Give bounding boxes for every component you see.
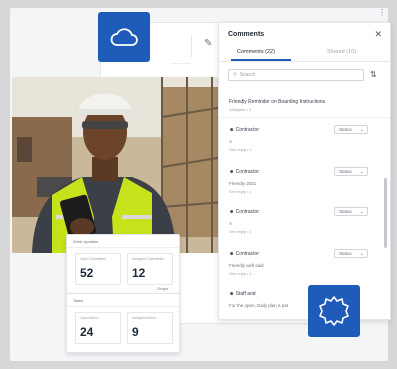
comment-row: ☻ Contractor Status ⌄ xyxy=(229,207,379,219)
metric-value: 52 xyxy=(80,266,94,280)
metric-label: Assigned Submittals xyxy=(132,257,164,261)
comment-author: ☻ Contractor xyxy=(229,209,259,215)
search-icon: ⚲ xyxy=(233,72,237,78)
status-select[interactable]: Status ⌄ xyxy=(334,249,368,258)
panel-tabs: Comments (22) Shared (10) xyxy=(219,47,390,62)
metric-value: 12 xyxy=(132,266,146,280)
comment-text: A xyxy=(229,221,233,226)
comment-row: ☻ Contractor Status ⌄ xyxy=(229,249,379,261)
status-select[interactable]: Status ⌄ xyxy=(334,167,368,176)
search-placeholder: Search xyxy=(239,72,256,78)
comment-row: ☻ Contractor Status ⌄ xyxy=(229,125,379,137)
comment-row: ☻ Contractor Status ⌄ xyxy=(229,167,379,179)
metric-label: Open Items xyxy=(80,316,99,320)
status-select[interactable]: Status ⌄ xyxy=(334,207,368,216)
divider xyxy=(67,247,179,248)
cloud-icon xyxy=(110,28,138,46)
gear-icon xyxy=(319,296,349,326)
comment-author: ☻ Contractor xyxy=(229,127,259,133)
thread-meta: Assignee • 2 xyxy=(229,107,252,112)
comment-text: Friendly well said xyxy=(229,263,264,268)
comment-author: ☻ Contractor xyxy=(229,251,259,257)
close-icon[interactable]: ✕ xyxy=(374,29,382,40)
active-tab-indicator xyxy=(231,59,291,61)
metric-tile[interactable]: Assigned Items 9 xyxy=(127,312,173,344)
user-icon: ☻ xyxy=(229,169,236,175)
user-icon: ☻ xyxy=(229,291,236,297)
comment-text: For the open, Daily plan a pat xyxy=(229,303,289,308)
metric-card: Tasks Open Items 24 Assigned Items 9 xyxy=(66,293,180,353)
metric-card: Work Updates Open Submittals 52 Assigned… xyxy=(66,234,180,294)
edit-icon[interactable]: ✎ xyxy=(204,38,212,49)
card-header: Tasks xyxy=(73,298,84,303)
status-select[interactable]: Status ⌄ xyxy=(334,125,368,134)
comment-author: ☻ Contractor xyxy=(229,169,259,175)
comments-panel: Comments ✕ Comments (22) Shared (10) ⚲ S… xyxy=(218,22,391,320)
metric-label: Assigned Items xyxy=(132,316,156,320)
gear-tile xyxy=(308,285,360,337)
comment-meta[interactable]: See reply • 1 xyxy=(229,147,252,152)
metric-tile[interactable]: Open Items 24 xyxy=(75,312,121,344)
user-icon: ☻ xyxy=(229,251,236,257)
chevron-down-icon: ⌄ xyxy=(359,209,364,215)
card-header: Work Updates xyxy=(73,239,99,244)
comment-text: Friendly 2021 xyxy=(229,181,257,186)
metric-value: 9 xyxy=(132,325,139,339)
metric-tile[interactable]: Open Submittals 52 xyxy=(75,253,121,285)
chevron-down-icon: ⌄ xyxy=(359,169,364,175)
divider xyxy=(219,117,390,118)
metric-value: 24 xyxy=(80,325,94,339)
tab-shared[interactable]: Shared (10) xyxy=(327,49,356,55)
comment-meta[interactable]: See reply • 1 xyxy=(229,229,252,234)
cloud-tile xyxy=(98,12,150,62)
user-icon: ☻ xyxy=(229,209,236,215)
panel-title: Comments xyxy=(228,31,265,38)
divider xyxy=(67,306,179,307)
search-input[interactable]: ⚲ Search xyxy=(228,69,364,81)
card-tag: Graph xyxy=(157,286,169,291)
comment-author: ☻ Staff and xyxy=(229,291,256,297)
chevron-down-icon: ⌄ xyxy=(359,251,364,257)
thread-text: Friendly Reminder on Boarding Instructio… xyxy=(229,99,326,105)
tab-comments[interactable]: Comments (22) xyxy=(237,49,275,55)
chevron-down-icon: ⌄ xyxy=(359,127,364,133)
worker-photo xyxy=(12,77,224,253)
metric-tile[interactable]: Assigned Submittals 12 xyxy=(127,253,173,285)
comment-meta[interactable]: See reply • 1 xyxy=(229,271,252,276)
scrollbar[interactable] xyxy=(384,178,387,248)
user-icon: ☻ xyxy=(229,127,236,133)
more-options-icon[interactable]: ⋮ xyxy=(378,8,386,17)
comment-text: A xyxy=(229,139,233,144)
sort-icon[interactable]: ⇅ xyxy=(370,70,377,79)
divider xyxy=(171,63,191,64)
metric-label: Open Submittals xyxy=(80,257,106,261)
comment-meta[interactable]: See reply • 1 xyxy=(229,189,252,194)
